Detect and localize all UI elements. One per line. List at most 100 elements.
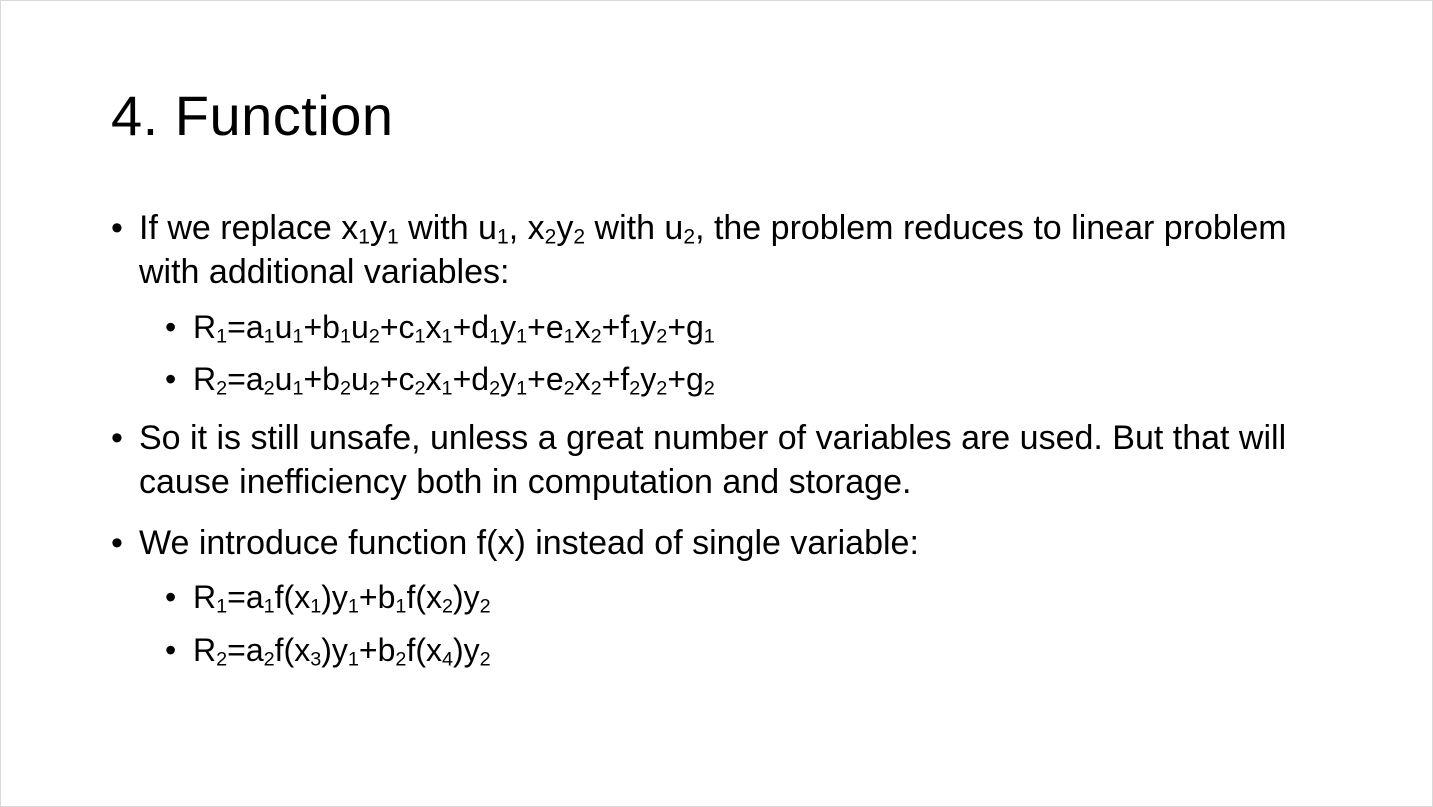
subscript: 1	[263, 595, 275, 618]
text-run: =a	[227, 309, 264, 345]
subscript: 1	[441, 377, 453, 400]
formula-r1-function: R1=a1f(x1)y1+b1f(x2)y2	[193, 575, 491, 619]
subscript: 1	[347, 595, 359, 618]
subscript: 2	[368, 325, 380, 348]
subscript: 2	[573, 225, 586, 249]
subscript: 1	[414, 325, 426, 348]
subscript: 1	[216, 325, 228, 348]
subscript: 2	[216, 377, 228, 400]
subscript: 2	[656, 377, 668, 400]
subscript: 2	[368, 377, 380, 400]
subscript: 2	[703, 377, 715, 400]
text-run: u	[274, 361, 293, 397]
subscript: 2	[395, 648, 407, 671]
subscript: 1	[516, 325, 528, 348]
text-run: +f	[601, 361, 630, 397]
subscript: 4	[441, 648, 454, 671]
subscript: 1	[347, 648, 359, 671]
subscript: 2	[590, 377, 602, 400]
formula-r1-linear: R1=a1u1+b1u2+c1x1+d1y1+e1x2+f1y2+g1	[193, 305, 715, 349]
text-run: +d	[452, 309, 490, 345]
subscript: 2	[441, 595, 454, 618]
subscript: 2	[590, 325, 602, 348]
subscript: 2	[216, 648, 228, 671]
text-run: =a	[227, 632, 264, 668]
bullet-marker: •	[111, 209, 123, 247]
text-run: +b	[303, 309, 340, 345]
subscript: 2	[489, 377, 501, 400]
text-run: )y	[453, 632, 480, 668]
text-run: )y	[453, 579, 480, 615]
text-run: R	[193, 579, 217, 615]
text-run: with u	[585, 209, 684, 247]
bullet-text: So it is still unsafe, unless a great nu…	[139, 416, 1314, 504]
text-run: y	[556, 209, 574, 247]
sub-bullet-3-1: • R1=a1f(x1)y1+b1f(x2)y2	[165, 575, 491, 619]
text-run: y	[500, 361, 517, 397]
bullet-text: If we replace x1y1 with u1, x2y2 with u2…	[139, 206, 1314, 294]
text-run: +b	[358, 579, 396, 615]
text-run: +g	[667, 361, 704, 397]
bullet-marker: •	[165, 361, 177, 397]
subscript: 1	[292, 377, 304, 400]
subscript: 1	[310, 595, 322, 618]
text-run: u	[351, 309, 369, 345]
text-run: f(x	[274, 579, 311, 615]
subscript: 1	[395, 595, 407, 618]
text-run: We introduce function f(x) instead of si…	[139, 524, 919, 562]
text-run: +e	[527, 361, 564, 397]
text-run: f(x	[406, 579, 442, 615]
subscript: 1	[358, 225, 370, 249]
text-run: )y	[321, 579, 348, 615]
subscript: 2	[479, 648, 491, 671]
subscript: 2	[263, 648, 275, 671]
subscript: 3	[310, 648, 322, 671]
text-run: +c	[379, 361, 415, 397]
bullet-marker: •	[165, 632, 177, 668]
subscript: 2	[479, 595, 491, 618]
text-run: u	[351, 361, 369, 397]
text-run: +b	[358, 632, 396, 668]
subscript: 2	[339, 377, 351, 400]
bullet-marker: •	[111, 419, 123, 457]
slide: 4. Function • If we replace x1y1 with u1,…	[0, 0, 1433, 807]
text-run: u	[274, 309, 293, 345]
bullet-text: We introduce function f(x) instead of si…	[139, 521, 1314, 565]
subscript: 1	[703, 325, 715, 348]
subscript: 1	[263, 325, 275, 348]
text-run: y	[500, 309, 517, 345]
formula-r2-linear: R2=a2u1+b2u2+c2x1+d2y1+e2x2+f2y2+g2	[193, 357, 715, 401]
text-run: =a	[227, 579, 264, 615]
text-run: )y	[321, 632, 348, 668]
subscript: 1	[496, 225, 509, 249]
text-run: x	[425, 309, 442, 345]
sub-bullet-1-2: • R2=a2u1+b2u2+c2x1+d2y1+e2x2+f2y2+g2	[165, 357, 715, 401]
subscript: 1	[339, 325, 351, 348]
text-run: R	[193, 632, 217, 668]
text-run: y	[640, 309, 657, 345]
text-run: x	[574, 309, 591, 345]
bullet-2: • So it is still unsafe, unless a great n…	[111, 416, 1314, 504]
subscript: 2	[263, 377, 275, 400]
text-run: +b	[303, 361, 340, 397]
text-run: y	[369, 209, 387, 247]
slide-title: 4. Function	[111, 84, 394, 147]
subscript: 1	[216, 595, 228, 618]
sub-bullet-3-2: • R2=a2f(x3)y1+b2f(x4)y2	[165, 628, 491, 672]
subscript: 1	[441, 325, 453, 348]
text-run: y	[640, 361, 657, 397]
subscript: 1	[516, 377, 528, 400]
subscript: 2	[629, 377, 641, 400]
text-run: +g	[667, 309, 704, 345]
bullet-3: • We introduce function f(x) instead of s…	[111, 521, 1314, 565]
subscript: 1	[629, 325, 641, 348]
text-run: , x	[508, 209, 545, 247]
subscript: 2	[683, 225, 696, 249]
subscript: 2	[544, 225, 557, 249]
text-run: +d	[452, 361, 490, 397]
bullet-marker: •	[165, 579, 177, 615]
bullet-marker: •	[111, 524, 123, 562]
bullet-marker: •	[165, 309, 177, 345]
subscript: 1	[563, 325, 575, 348]
subscript: 1	[292, 325, 304, 348]
